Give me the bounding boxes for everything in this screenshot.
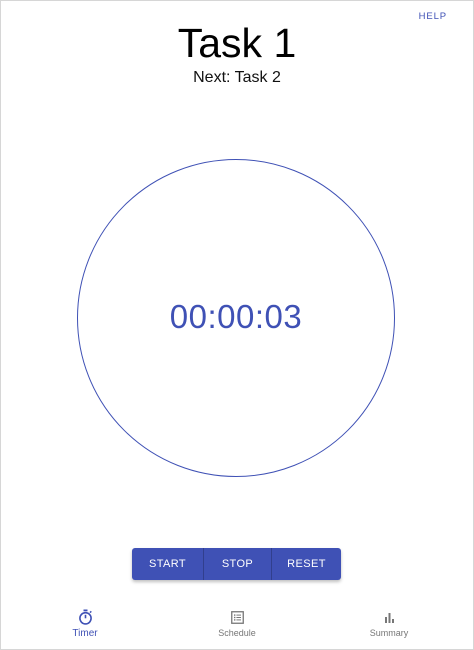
stop-button[interactable]: STOP — [203, 548, 271, 580]
list-icon — [230, 609, 244, 625]
reset-button[interactable]: RESET — [271, 548, 341, 580]
nav-label-timer: Timer — [72, 628, 98, 639]
bottom-navigation: Timer Schedule Summary — [1, 601, 473, 649]
app-window: HELP Task 1 Next: Task 2 00:00:03 START … — [0, 0, 474, 650]
start-button[interactable]: START — [132, 548, 203, 580]
nav-label-summary: Summary — [369, 628, 409, 638]
timer-display: 00:00:03 — [169, 298, 303, 335]
timer-controls: START STOP RESET — [132, 548, 341, 580]
next-task-label: Next: Task 2 — [193, 69, 281, 86]
current-task-title: Task 1 — [177, 20, 297, 66]
nav-item-summary[interactable]: Summary — [339, 609, 439, 638]
stopwatch-icon — [78, 609, 93, 625]
nav-label-schedule: Schedule — [218, 628, 256, 638]
bar-chart-icon — [383, 609, 396, 625]
nav-item-schedule[interactable]: Schedule — [187, 609, 287, 638]
nav-item-timer[interactable]: Timer — [35, 609, 135, 639]
